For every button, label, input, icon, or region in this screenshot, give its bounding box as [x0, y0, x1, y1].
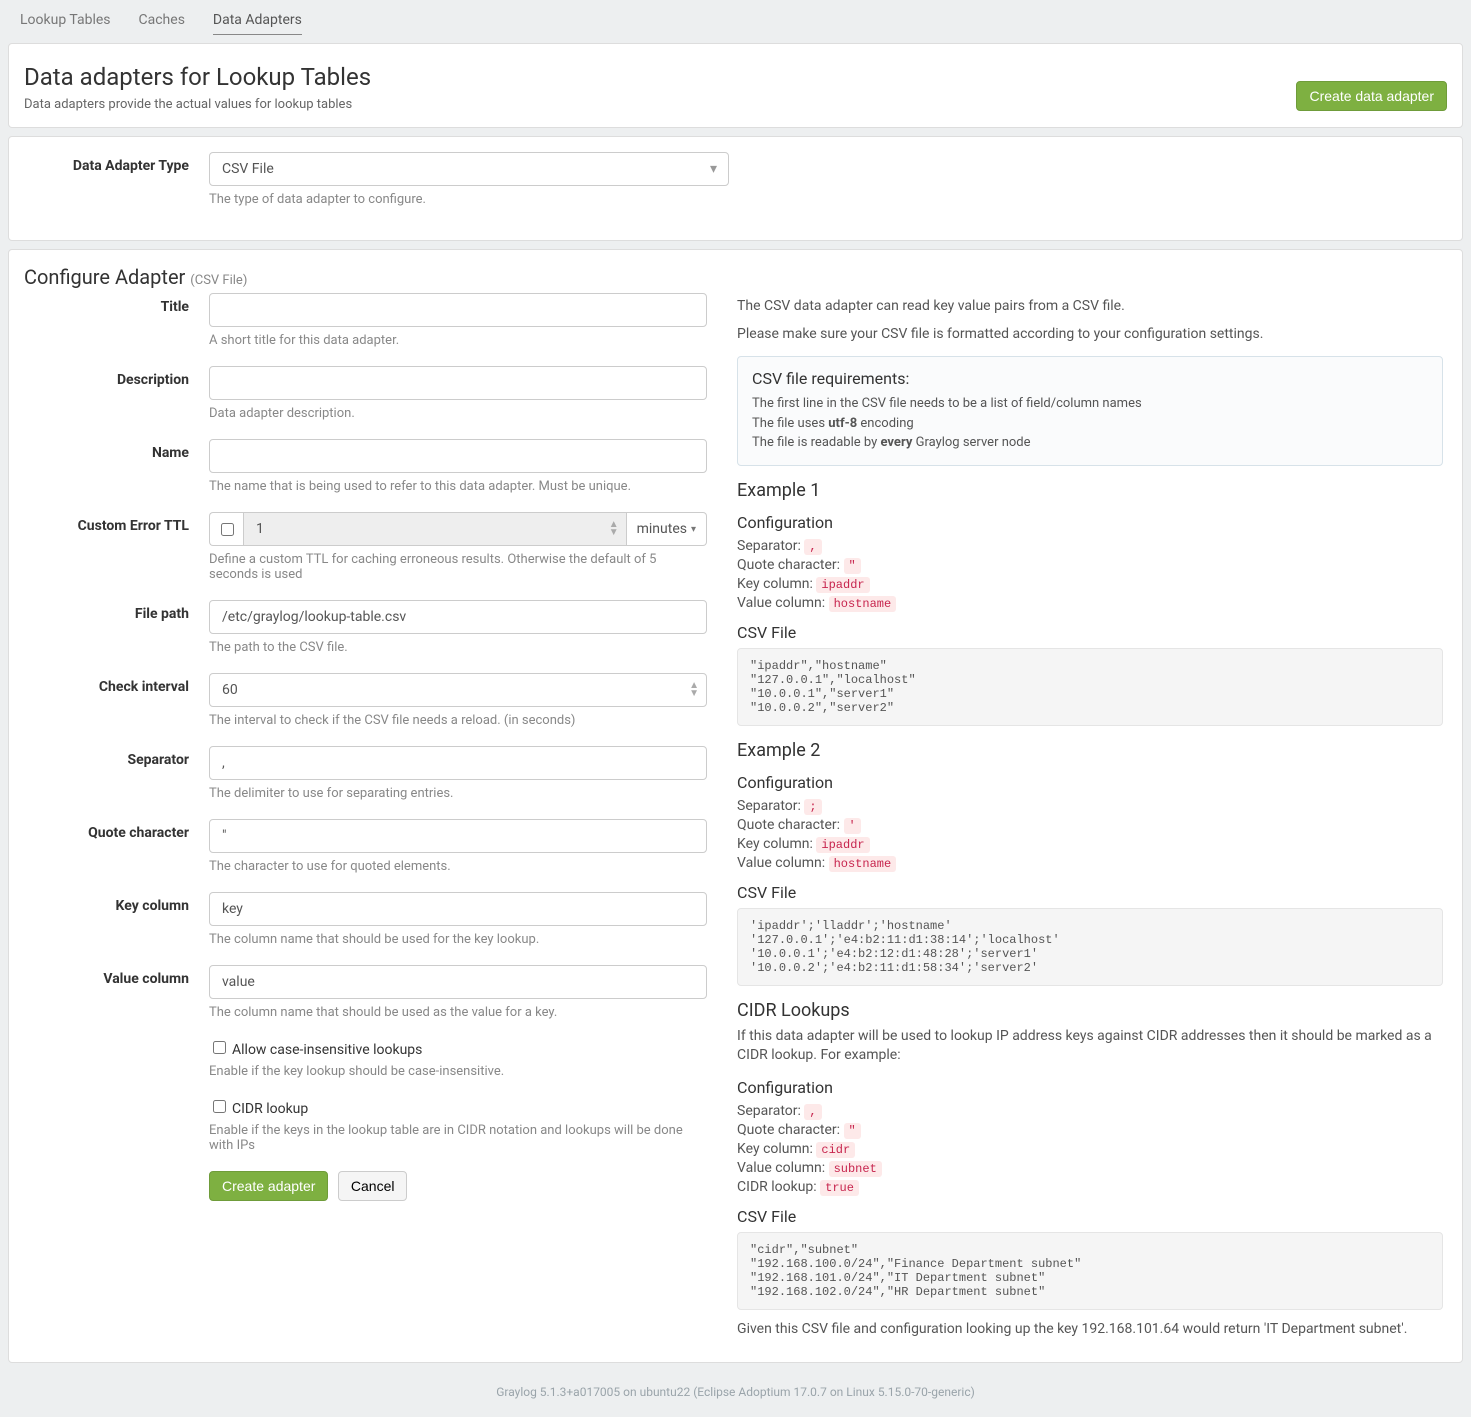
description-input[interactable]: [209, 366, 707, 400]
label-keycol: Key column: [24, 892, 209, 947]
chevron-down-icon: ▾: [691, 524, 696, 535]
label-title: Title: [24, 293, 209, 348]
help-filepath: The path to the CSV file.: [209, 640, 707, 655]
config-subheading: Configuration: [737, 1078, 1443, 1097]
cidr-csv: "cidr","subnet" "192.168.100.0/24","Fina…: [737, 1232, 1443, 1310]
config-separator: Separator: ;: [737, 798, 1443, 814]
help-separator: The delimiter to use for separating entr…: [209, 786, 707, 801]
help-title: A short title for this data adapter.: [209, 333, 707, 348]
config-separator: Separator: ,: [737, 538, 1443, 554]
config-valcol: Value column: subnet: [737, 1160, 1443, 1176]
label-quote: Quote character: [24, 819, 209, 874]
ttl-value-input: [243, 512, 627, 546]
nav-tabs: Lookup Tables Caches Data Adapters: [8, 6, 1463, 35]
cidr-intro: If this data adapter will be used to loo…: [737, 1027, 1443, 1066]
requirements-well: CSV file requirements: The first line in…: [737, 356, 1443, 466]
doc-intro-1: The CSV data adapter can read key value …: [737, 297, 1443, 317]
label-adapter-type: Data Adapter Type: [24, 152, 209, 207]
title-input[interactable]: [209, 293, 707, 327]
doc-intro-2: Please make sure your CSV file is format…: [737, 325, 1443, 345]
config-subheading: Configuration: [737, 773, 1443, 792]
label-valcol: Value column: [24, 965, 209, 1020]
label-description: Description: [24, 366, 209, 421]
config-cidrlookup: CIDR lookup: true: [737, 1179, 1443, 1195]
footer-version: Graylog 5.1.3+a017005 on ubuntu22 (Eclip…: [8, 1371, 1463, 1417]
config-keycol: Key column: ipaddr: [737, 836, 1443, 852]
example-2-heading: Example 2: [737, 740, 1443, 761]
cancel-button[interactable]: Cancel: [338, 1171, 408, 1201]
ttl-enable-checkbox[interactable]: [221, 523, 234, 536]
tab-lookup-tables[interactable]: Lookup Tables: [20, 6, 111, 35]
ci-checkbox[interactable]: [213, 1041, 226, 1054]
config-quote: Quote character: ': [737, 817, 1443, 833]
name-input[interactable]: [209, 439, 707, 473]
help-cidr: Enable if the keys in the lookup table a…: [209, 1123, 707, 1153]
adapter-type-select[interactable]: [209, 152, 729, 186]
requirement-item: The file is readable by every Graylog se…: [752, 433, 1428, 453]
filepath-input[interactable]: [209, 600, 707, 634]
help-check-interval: The interval to check if the CSV file ne…: [209, 713, 707, 728]
example-1-heading: Example 1: [737, 480, 1443, 501]
example-2-csv: 'ipaddr';'lladdr';'hostname' '127.0.0.1'…: [737, 908, 1443, 986]
page-subtitle: Data adapters provide the actual values …: [24, 97, 371, 112]
label-name: Name: [24, 439, 209, 494]
keycol-input[interactable]: [209, 892, 707, 926]
quote-input[interactable]: [209, 819, 707, 853]
csvfile-subheading: CSV File: [737, 623, 1443, 642]
label-check-interval: Check interval: [24, 673, 209, 728]
cidr-checkbox-label[interactable]: CIDR lookup: [209, 1101, 308, 1117]
config-keycol: Key column: ipaddr: [737, 576, 1443, 592]
config-separator: Separator: ,: [737, 1103, 1443, 1119]
label-filepath: File path: [24, 600, 209, 655]
configure-heading: Configure Adapter (CSV File): [24, 265, 1447, 289]
help-adapter-type: The type of data adapter to configure.: [209, 192, 729, 207]
create-adapter-button[interactable]: Create adapter: [209, 1171, 328, 1201]
help-keycol: The column name that should be used for …: [209, 932, 707, 947]
tab-data-adapters[interactable]: Data Adapters: [213, 6, 302, 35]
page-title: Data adapters for Lookup Tables: [24, 63, 371, 91]
create-data-adapter-button[interactable]: Create data adapter: [1296, 81, 1447, 111]
separator-input[interactable]: [209, 746, 707, 780]
config-valcol: Value column: hostname: [737, 855, 1443, 871]
requirement-item: The first line in the CSV file needs to …: [752, 394, 1428, 414]
label-ttl: Custom Error TTL: [24, 512, 209, 582]
help-quote: The character to use for quoted elements…: [209, 859, 707, 874]
cidr-result: Given this CSV file and configuration lo…: [737, 1320, 1443, 1340]
csvfile-subheading: CSV File: [737, 1207, 1443, 1226]
help-name: The name that is being used to refer to …: [209, 479, 707, 494]
valcol-input[interactable]: [209, 965, 707, 999]
requirements-title: CSV file requirements:: [752, 369, 1428, 388]
config-keycol: Key column: cidr: [737, 1141, 1443, 1157]
tab-caches[interactable]: Caches: [139, 6, 185, 35]
config-valcol: Value column: hostname: [737, 595, 1443, 611]
help-ttl: Define a custom TTL for caching erroneou…: [209, 552, 707, 582]
cidr-heading: CIDR Lookups: [737, 1000, 1443, 1021]
check-interval-input[interactable]: [209, 673, 707, 707]
help-valcol: The column name that should be used as t…: [209, 1005, 707, 1020]
requirement-item: The file uses utf-8 encoding: [752, 414, 1428, 434]
example-1-csv: "ipaddr","hostname" "127.0.0.1","localho…: [737, 648, 1443, 726]
help-description: Data adapter description.: [209, 406, 707, 421]
help-ci: Enable if the key lookup should be case-…: [209, 1064, 707, 1079]
label-separator: Separator: [24, 746, 209, 801]
config-quote: Quote character: ": [737, 1122, 1443, 1138]
ttl-unit-select[interactable]: minutes▾: [627, 512, 707, 546]
csvfile-subheading: CSV File: [737, 883, 1443, 902]
ci-checkbox-label[interactable]: Allow case-insensitive lookups: [209, 1042, 422, 1058]
cidr-checkbox[interactable]: [213, 1100, 226, 1113]
config-quote: Quote character: ": [737, 557, 1443, 573]
config-subheading: Configuration: [737, 513, 1443, 532]
